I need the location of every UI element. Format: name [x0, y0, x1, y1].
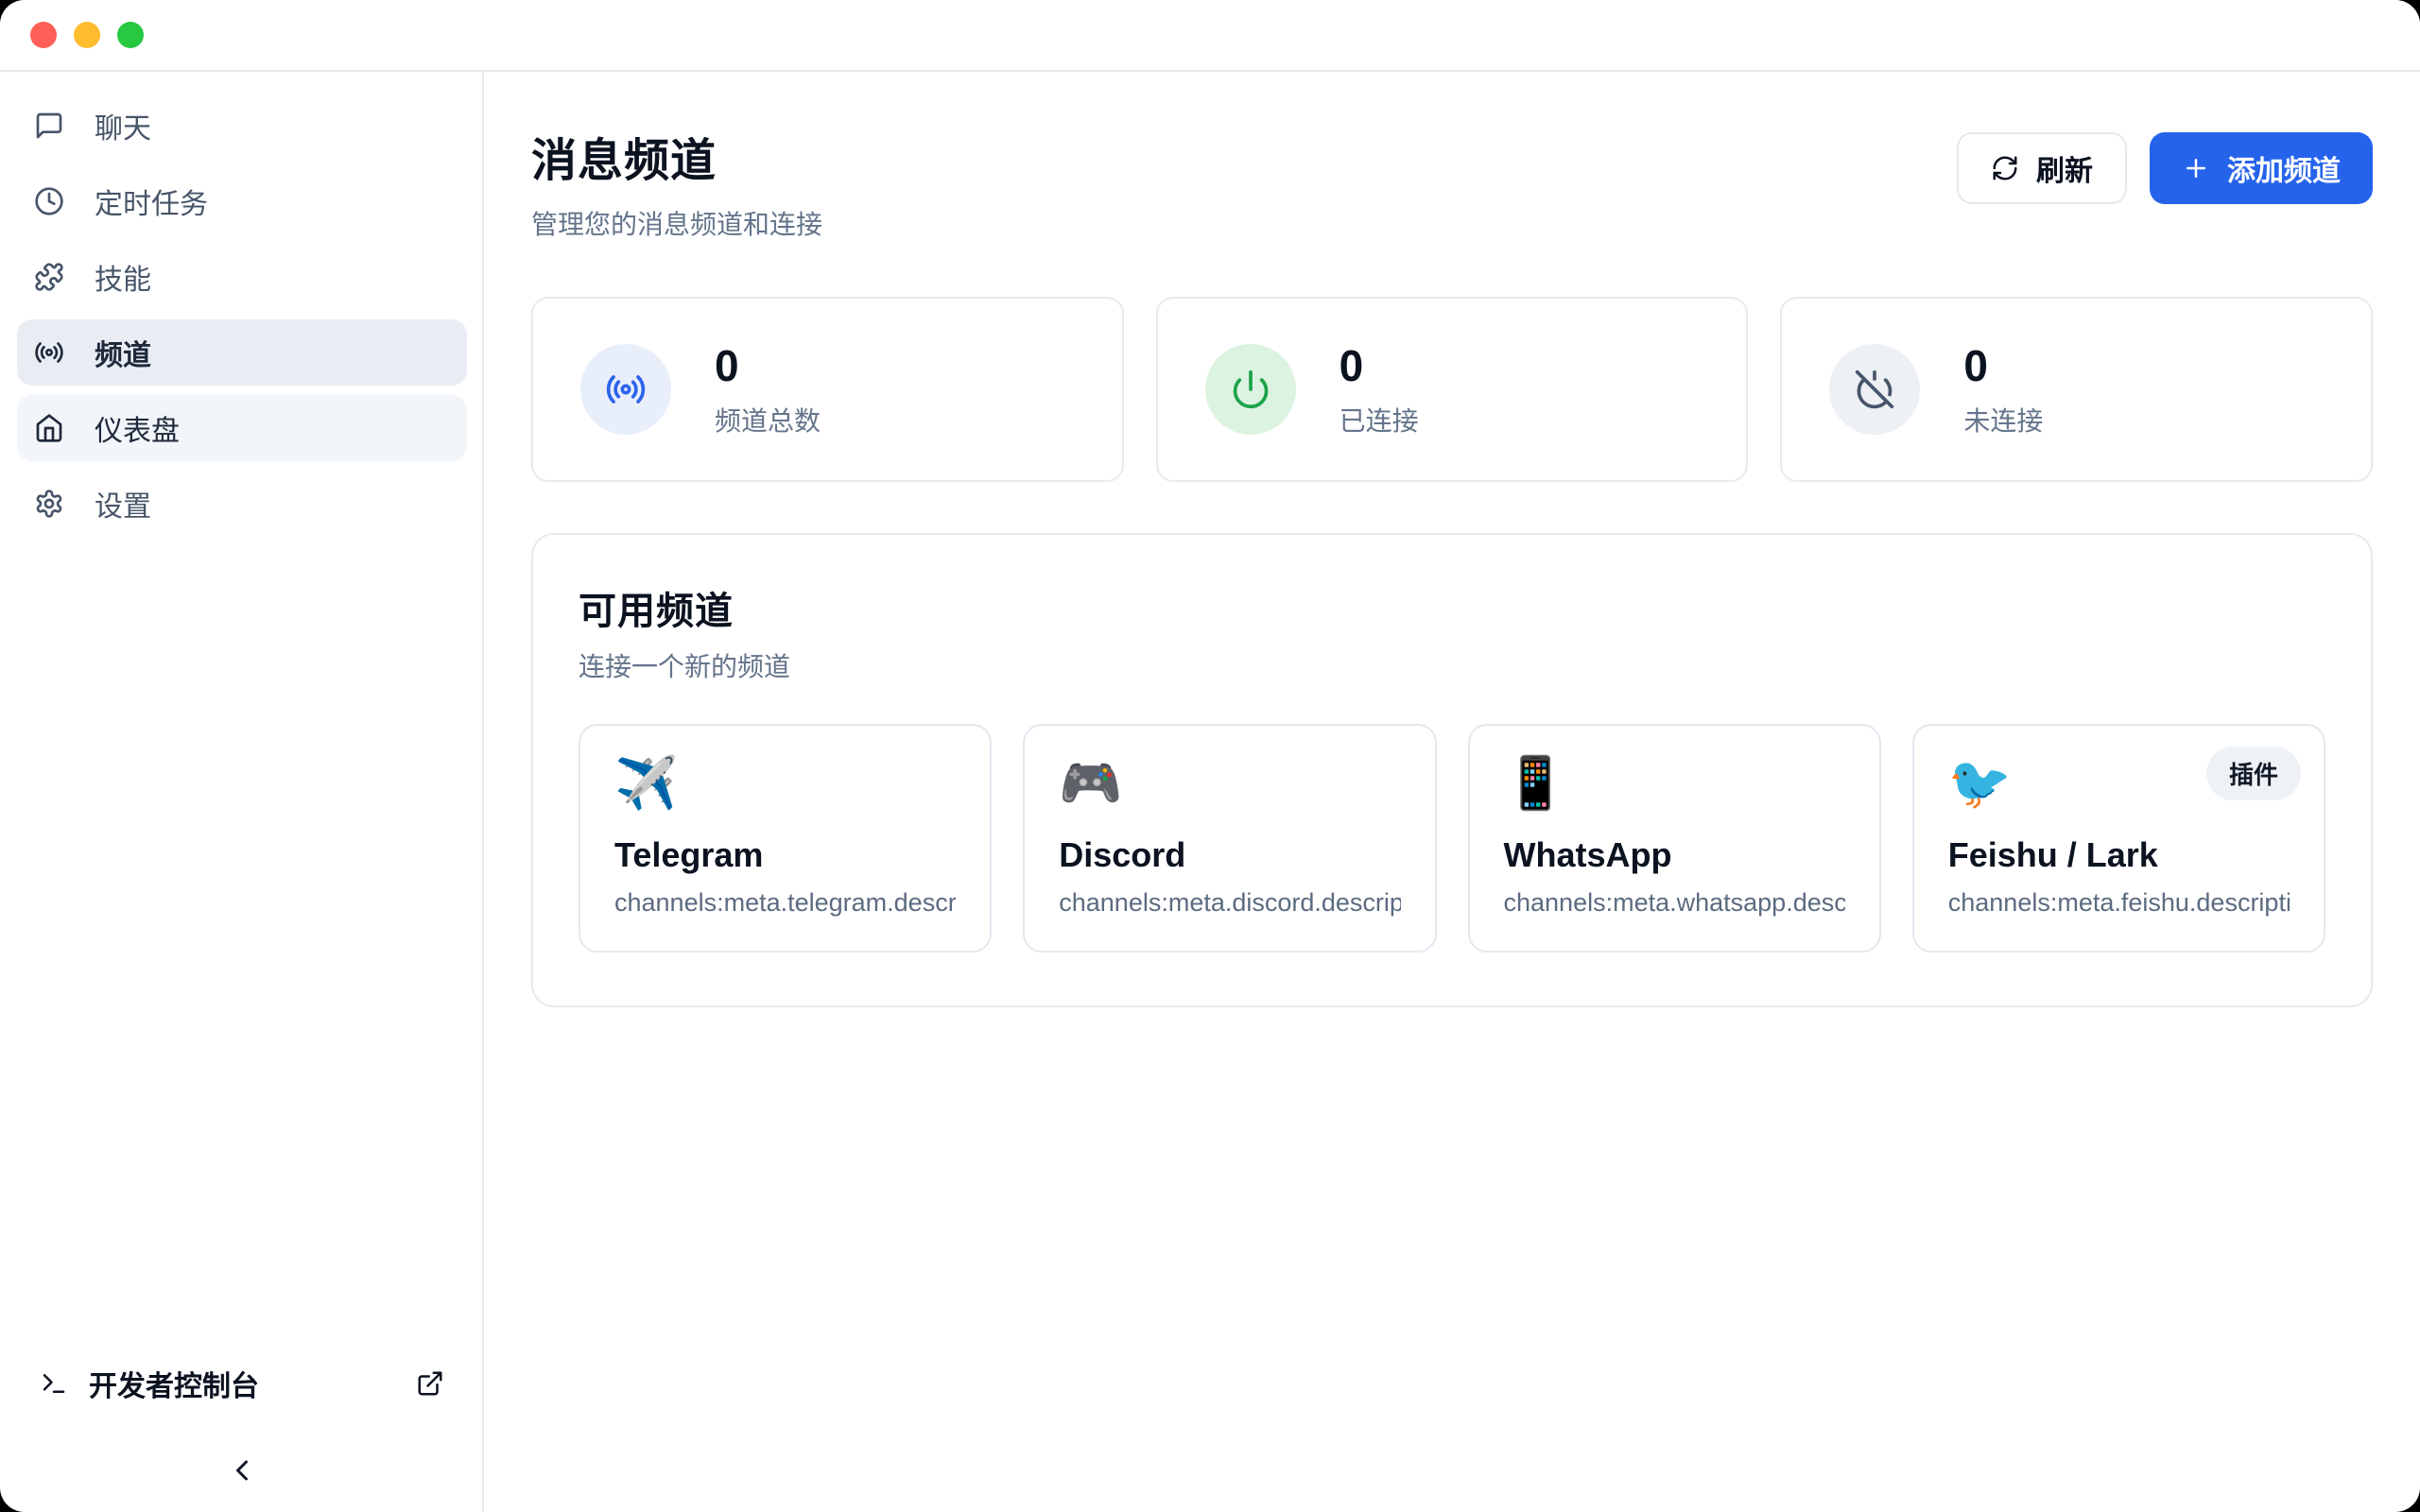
add-channel-button[interactable]: 添加频道 — [2150, 132, 2373, 204]
sidebar-nav: 聊天 定时任务 技能 — [17, 93, 467, 1353]
sidebar-item-dashboard[interactable]: 仪表盘 — [17, 395, 467, 461]
channel-name: WhatsApp — [1504, 835, 1845, 875]
stat-label: 频道总数 — [715, 401, 821, 438]
chat-bubble-icon — [34, 111, 64, 141]
developer-console-link[interactable]: 开发者控制台 — [26, 1353, 458, 1414]
developer-console-label: 开发者控制台 — [89, 1363, 259, 1404]
radio-icon — [34, 337, 64, 368]
stat-value: 0 — [715, 340, 821, 391]
main-content: 消息频道 管理您的消息频道和连接 刷新 添加频道 — [484, 72, 2420, 1512]
channel-description: channels:meta.whatsapp.descrip — [1504, 888, 1845, 918]
collapse-sidebar-button[interactable] — [225, 1453, 259, 1487]
channel-description: channels:meta.telegram.descript — [614, 888, 956, 918]
channel-card-telegram[interactable]: ✈️ Telegram channels:meta.telegram.descr… — [579, 724, 992, 953]
channel-description: channels:meta.discord.descriptio — [1059, 888, 1400, 918]
sidebar-item-chat[interactable]: 聊天 — [17, 93, 467, 159]
app-window: 聊天 定时任务 技能 — [0, 0, 2420, 1512]
power-icon — [1205, 344, 1296, 435]
sidebar-footer: 开发者控制台 — [17, 1353, 467, 1487]
telegram-airplane-icon: ✈️ — [614, 758, 956, 809]
channel-card-whatsapp[interactable]: 📱 WhatsApp channels:meta.whatsapp.descri… — [1468, 724, 1881, 953]
sidebar: 聊天 定时任务 技能 — [0, 72, 484, 1512]
sidebar-item-label: 仪表盘 — [95, 407, 180, 449]
external-link-icon — [416, 1369, 444, 1398]
sidebar-item-skills[interactable]: 技能 — [17, 244, 467, 310]
minimize-window-button[interactable] — [74, 22, 100, 48]
stat-card-disconnected: 0 未连接 — [1780, 297, 2373, 482]
stat-value: 0 — [1340, 340, 1419, 391]
channel-description: channels:meta.feishu.description — [1948, 888, 2290, 918]
sidebar-item-label: 聊天 — [95, 105, 151, 146]
plus-icon — [2182, 154, 2210, 182]
stat-card-connected: 0 已连接 — [1156, 297, 1749, 482]
channel-name: Telegram — [614, 835, 956, 875]
terminal-icon — [40, 1369, 68, 1398]
plugin-badge: 插件 — [2206, 747, 2301, 800]
page-header: 消息频道 管理您的消息频道和连接 刷新 添加频道 — [531, 123, 2373, 242]
channel-name: Feishu / Lark — [1948, 835, 2290, 875]
zoom-window-button[interactable] — [117, 22, 144, 48]
stat-value: 0 — [1963, 340, 2043, 391]
close-window-button[interactable] — [30, 22, 57, 48]
sidebar-item-label: 频道 — [95, 332, 151, 373]
available-channels-title: 可用频道 — [579, 580, 2325, 635]
clock-icon — [34, 186, 64, 216]
channel-grid: ✈️ Telegram channels:meta.telegram.descr… — [579, 724, 2325, 953]
channel-name: Discord — [1059, 835, 1400, 875]
sidebar-item-channels[interactable]: 频道 — [17, 319, 467, 386]
sidebar-item-label: 技能 — [95, 256, 151, 298]
refresh-button-label: 刷新 — [2036, 147, 2093, 189]
channel-card-discord[interactable]: 🎮 Discord channels:meta.discord.descript… — [1023, 724, 1436, 953]
sidebar-item-label: 定时任务 — [95, 180, 208, 222]
sidebar-item-scheduled-tasks[interactable]: 定时任务 — [17, 168, 467, 234]
puzzle-icon — [34, 262, 64, 292]
add-channel-button-label: 添加频道 — [2227, 147, 2341, 189]
stats-row: 0 频道总数 0 已连接 — [531, 297, 2373, 482]
home-icon — [34, 413, 64, 443]
sidebar-item-settings[interactable]: 设置 — [17, 471, 467, 537]
window-titlebar — [0, 0, 2420, 72]
refresh-button[interactable]: 刷新 — [1957, 132, 2127, 204]
available-channels-section: 可用频道 连接一个新的频道 ✈️ Telegram channels:meta.… — [531, 533, 2373, 1007]
whatsapp-phone-icon: 📱 — [1504, 758, 1845, 809]
power-off-icon — [1829, 344, 1920, 435]
stat-card-total-channels: 0 频道总数 — [531, 297, 1124, 482]
gear-icon — [34, 489, 64, 519]
stat-label: 未连接 — [1963, 401, 2043, 438]
discord-gamepad-icon: 🎮 — [1059, 758, 1400, 809]
available-channels-subtitle: 连接一个新的频道 — [579, 646, 2325, 684]
refresh-icon — [1991, 154, 2019, 182]
stat-label: 已连接 — [1340, 401, 1419, 438]
sidebar-item-label: 设置 — [95, 483, 151, 524]
radio-icon — [580, 344, 671, 435]
chevron-left-icon — [225, 1453, 259, 1487]
page-title: 消息频道 — [531, 123, 822, 189]
channel-card-feishu[interactable]: 插件 🐦 Feishu / Lark channels:meta.feishu.… — [1912, 724, 2325, 953]
page-subtitle: 管理您的消息频道和连接 — [531, 204, 822, 242]
